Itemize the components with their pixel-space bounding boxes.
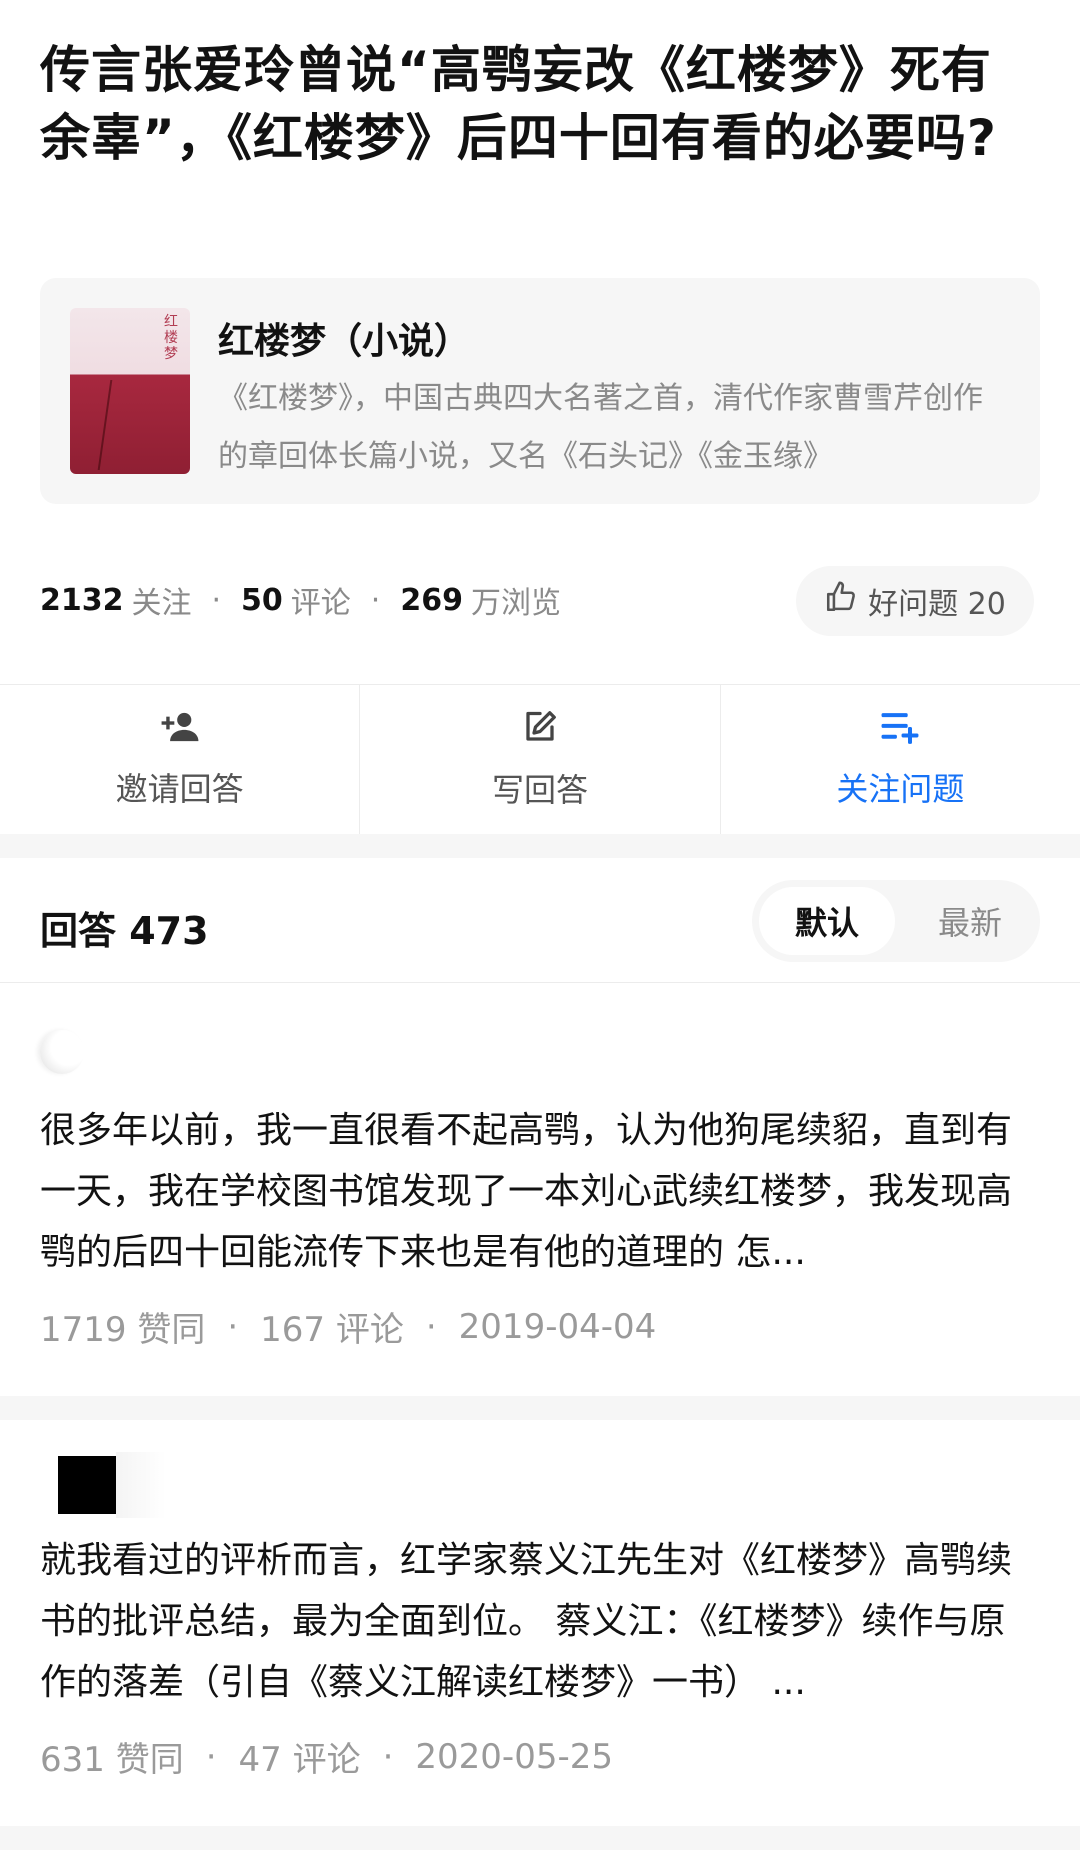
answer-date: 2019-04-04 [458, 1306, 657, 1347]
view-label: 万浏览 [470, 586, 561, 621]
meta-separator: · [205, 1736, 217, 1777]
answer-comments: 167 评论 [260, 1310, 404, 1350]
answer-divider [0, 1826, 1080, 1850]
answer-likes: 631 赞同 [40, 1740, 184, 1780]
edit-icon [521, 709, 559, 765]
answer-date: 2020-05-25 [415, 1736, 613, 1777]
follow-question-button[interactable]: 关注问题 [721, 685, 1080, 835]
question-stats: 2132 关注 · 50 评论 · 269 万浏览 [40, 578, 561, 622]
follow-question-label: 关注问题 [836, 770, 965, 808]
avatar[interactable] [40, 1030, 84, 1074]
answer-divider [0, 1396, 1080, 1420]
answer-likes: 1719 赞同 [40, 1310, 206, 1350]
write-answer-button[interactable]: 写回答 [360, 685, 721, 835]
answer-excerpt[interactable]: 很多年以前，我一直很看不起高鹗，认为他狗尾续貂，直到有一天，我在学校图书馆发现了… [40, 1100, 1040, 1283]
meta-separator: · [425, 1306, 437, 1347]
book-cover-image: 红楼梦 [70, 308, 190, 474]
cover-figure [97, 380, 153, 470]
comment-count: 50 [241, 582, 283, 618]
good-question-button[interactable]: 好问题 20 [796, 566, 1034, 636]
section-divider [0, 834, 1080, 858]
stats-separator: · [370, 582, 381, 618]
answer-meta: 1719 赞同 · 167 评论 · 2019-04-04 [40, 1302, 656, 1351]
view-count: 269 [400, 582, 463, 618]
topic-name: 红楼梦（小说） [218, 321, 471, 362]
follow-list-icon [880, 710, 920, 764]
action-bar: 邀请回答 写回答 关注问题 [0, 684, 1080, 835]
answer-excerpt[interactable]: 就我看过的评析而言，红学家蔡义江先生对《红楼梦》高鹗续书的批评总结，最为全面到位… [40, 1530, 1040, 1713]
topic-card[interactable]: 红楼梦 红楼梦（小说） 《红楼梦》，中国古典四大名著之首，清代作家曹雪芹创作的章… [40, 278, 1040, 504]
answers-count-header: 回答 473 [40, 909, 209, 953]
sort-default-tab[interactable]: 默认 [759, 887, 895, 955]
good-question-label: 好问题 20 [868, 587, 1006, 622]
stats-separator: · [211, 582, 222, 618]
invite-answer-button[interactable]: 邀请回答 [0, 685, 361, 835]
answer-comments: 47 评论 [238, 1740, 361, 1780]
write-answer-label: 写回答 [491, 771, 588, 809]
meta-separator: · [382, 1736, 394, 1777]
follow-count: 2132 [40, 582, 124, 618]
sort-latest-tab[interactable]: 最新 [902, 887, 1038, 955]
comment-label[interactable]: 评论 [291, 578, 351, 622]
meta-separator: · [227, 1306, 239, 1347]
follow-label: 关注 [131, 586, 192, 621]
invite-answer-label: 邀请回答 [115, 770, 244, 808]
add-user-icon [160, 710, 200, 764]
divider [0, 982, 1080, 983]
question-title: 传言张爱玲曾说“高鹗妄改《红楼梦》死有余辜”，《红楼梦》后四十回有看的必要吗? [40, 41, 997, 167]
avatar[interactable] [58, 1456, 116, 1514]
answer-meta: 631 赞同 · 47 评论 · 2020-05-25 [40, 1732, 613, 1781]
topic-description: 《红楼梦》，中国古典四大名著之首，清代作家曹雪芹创作的章回体长篇小说，又名《石头… [218, 381, 983, 474]
cover-title: 红楼梦 [164, 314, 178, 362]
thumbs-up-icon [824, 580, 868, 622]
avatar-shadow [116, 1452, 166, 1518]
sort-toggle: 默认 最新 [752, 880, 1040, 962]
